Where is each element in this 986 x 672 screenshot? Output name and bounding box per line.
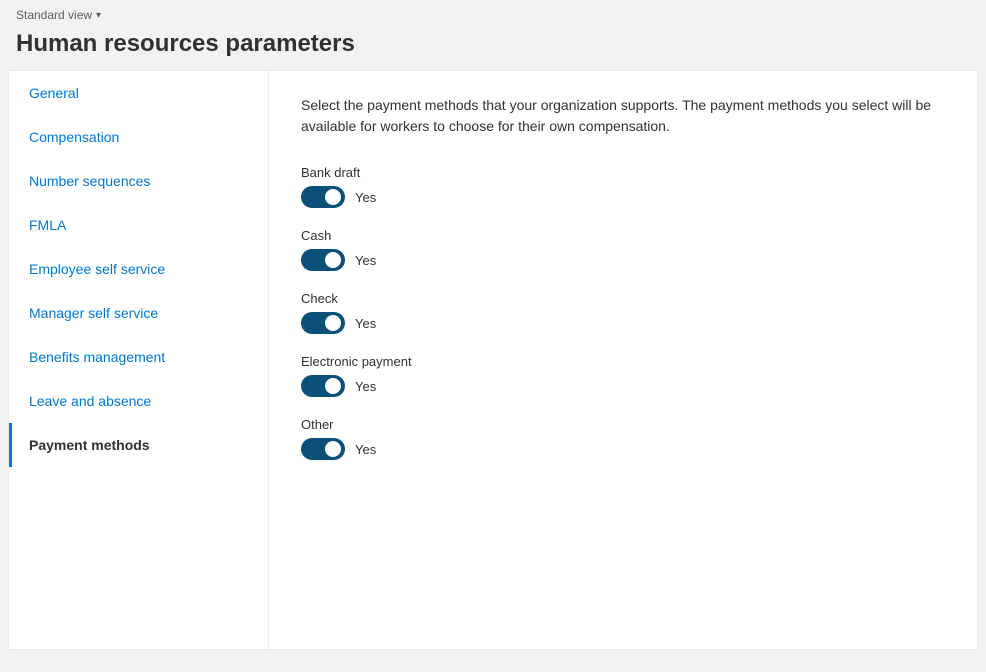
payment-option-bank-draft: Bank draft Yes [301,165,945,208]
toggle-thumb-check [325,315,341,331]
toggle-thumb-electronic-payment [325,378,341,394]
payment-option-check: Check Yes [301,291,945,334]
toggle-track-other [301,438,345,460]
description-text: Select the payment methods that your org… [301,95,945,137]
sidebar-item-employee-self-service[interactable]: Employee self service [9,247,268,291]
sidebar-item-benefits-management[interactable]: Benefits management [9,335,268,379]
standard-view-link[interactable]: Standard view [16,8,92,22]
toggle-track-electronic-payment [301,375,345,397]
payment-options-list: Bank draftYesCashYesCheckYesElectronic p… [301,165,945,460]
sidebar-item-fmla[interactable]: FMLA [9,203,268,247]
main-container: GeneralCompensationNumber sequencesFMLAE… [8,70,978,650]
toggle-bank-draft[interactable] [301,186,345,208]
sidebar-item-compensation[interactable]: Compensation [9,115,268,159]
toggle-cash[interactable] [301,249,345,271]
toggle-value-electronic-payment: Yes [355,379,376,394]
toggle-other[interactable] [301,438,345,460]
toggle-check[interactable] [301,312,345,334]
toggle-thumb-cash [325,252,341,268]
sidebar-item-number-sequences[interactable]: Number sequences [9,159,268,203]
toggle-value-bank-draft: Yes [355,190,376,205]
toggle-row-bank-draft: Yes [301,186,945,208]
sidebar-item-payment-methods[interactable]: Payment methods [9,423,268,467]
toggle-electronic-payment[interactable] [301,375,345,397]
toggle-track-check [301,312,345,334]
toggle-value-other: Yes [355,442,376,457]
page-title: Human resources parameters [16,30,970,58]
toggle-row-cash: Yes [301,249,945,271]
top-bar: Standard view ▾ [0,0,986,26]
toggle-row-other: Yes [301,438,945,460]
payment-option-label-check: Check [301,291,945,306]
toggle-thumb-other [325,441,341,457]
payment-option-cash: Cash Yes [301,228,945,271]
toggle-value-check: Yes [355,316,376,331]
payment-option-label-electronic-payment: Electronic payment [301,354,945,369]
toggle-track-bank-draft [301,186,345,208]
page-header: Human resources parameters [0,26,986,70]
sidebar-item-leave-and-absence[interactable]: Leave and absence [9,379,268,423]
payment-option-label-bank-draft: Bank draft [301,165,945,180]
sidebar: GeneralCompensationNumber sequencesFMLAE… [9,71,269,649]
toggle-row-check: Yes [301,312,945,334]
toggle-track-cash [301,249,345,271]
payment-option-other: Other Yes [301,417,945,460]
payment-option-label-other: Other [301,417,945,432]
toggle-thumb-bank-draft [325,189,341,205]
toggle-value-cash: Yes [355,253,376,268]
toggle-row-electronic-payment: Yes [301,375,945,397]
payment-option-electronic-payment: Electronic payment Yes [301,354,945,397]
content-area: Select the payment methods that your org… [269,71,977,649]
sidebar-item-manager-self-service[interactable]: Manager self service [9,291,268,335]
payment-option-label-cash: Cash [301,228,945,243]
chevron-down-icon: ▾ [96,10,101,21]
sidebar-item-general[interactable]: General [9,71,268,115]
